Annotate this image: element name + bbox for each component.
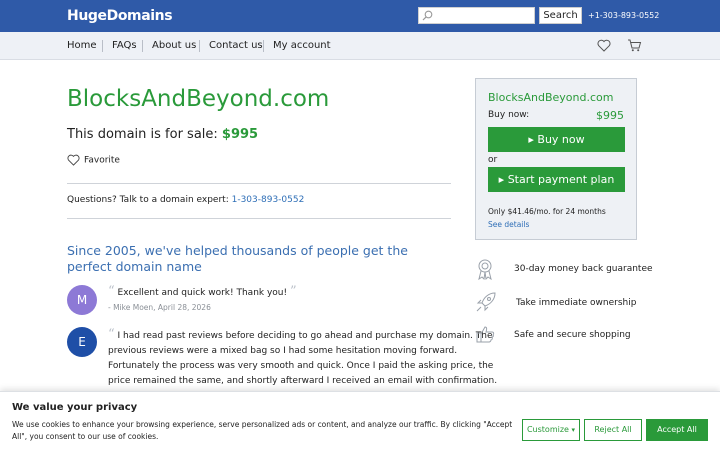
cookie-banner: We value your privacy We use cookies to … [0, 391, 720, 450]
nav-contact-us[interactable]: Contact us [209, 40, 263, 51]
nav-divider [199, 40, 200, 52]
customize-label: Customize [526, 425, 569, 434]
buy-box-price: $995 [596, 109, 624, 122]
favorite-label: Favorite [84, 155, 120, 166]
nav-divider [142, 40, 143, 52]
customize-button[interactable]: Customize ▾ [522, 419, 580, 441]
or-label: or [488, 155, 498, 165]
buy-box: BlocksAndBeyond.com Buy now: $995 ▸ Buy … [475, 78, 637, 240]
quote-open-icon: “ [108, 327, 115, 342]
logo[interactable]: HugeDomains [67, 8, 173, 24]
search-button[interactable]: Search [539, 7, 582, 24]
avatar: M [67, 285, 97, 315]
cart-icon[interactable] [627, 39, 642, 52]
top-bar: HugeDomains Search +1-303-893-0552 [0, 0, 720, 32]
review-line: Fortunately the process was very smooth … [108, 361, 494, 371]
buy-box-domain: BlocksAndBeyond.com [488, 91, 614, 104]
since-heading: Since 2005, we've helped thousands of pe… [67, 243, 408, 274]
questions-phone-link[interactable]: 1-303-893-0552 [232, 195, 305, 205]
search-input[interactable] [418, 7, 535, 24]
main-nav: Home FAQs About us Contact us My account [0, 32, 720, 60]
favorite-button[interactable]: Favorite [67, 154, 120, 166]
review-text: “ Excellent and quick work! Thank you! ” [108, 284, 297, 301]
questions-line: Questions? Talk to a domain expert: 1-30… [67, 195, 304, 205]
thumbs-up-icon [476, 326, 495, 343]
nav-divider [263, 40, 264, 52]
cookie-text: We use cookies to enhance your browsing … [12, 420, 513, 441]
review-author: - Mike Moen, April 28, 2026 [108, 303, 211, 312]
quote-open-icon: “ [108, 284, 115, 299]
guarantee-money-back: 30-day money back guarantee [514, 264, 653, 274]
ribbon-icon [478, 259, 492, 280]
divider [67, 218, 451, 219]
monthly-price: Only $41.46/mo. for 24 months [488, 207, 606, 216]
review-line: price remained the same, and shortly aft… [108, 376, 498, 386]
rocket-icon [476, 292, 496, 312]
sale-price: $995 [221, 127, 259, 142]
heart-icon[interactable] [597, 39, 611, 52]
cookie-title: We value your privacy [12, 402, 138, 413]
nav-my-account[interactable]: My account [273, 40, 331, 51]
see-details-link[interactable]: See details [488, 220, 529, 229]
review-line: I had read past reviews before deciding … [117, 331, 493, 341]
heart-icon [67, 154, 80, 166]
nav-home[interactable]: Home [67, 40, 97, 51]
avatar: E [67, 327, 97, 357]
review-body: Excellent and quick work! Thank you! [117, 288, 288, 298]
sale-line: This domain is for sale: $995 [67, 127, 258, 142]
sale-prefix: This domain is for sale: [67, 127, 218, 142]
header-phone[interactable]: +1-303-893-0552 [588, 11, 659, 20]
accept-all-button[interactable]: Accept All [646, 419, 708, 441]
domain-title: BlocksAndBeyond.com [67, 86, 330, 112]
caret-down-icon: ▾ [571, 426, 576, 434]
review-line: previous reviews were a mixed bag so I h… [108, 346, 458, 356]
reject-all-button[interactable]: Reject All [584, 419, 642, 441]
buy-now-label: Buy now: [488, 110, 530, 120]
payment-plan-button[interactable]: ▸ Start payment plan [488, 167, 625, 192]
nav-divider [102, 40, 103, 52]
guarantee-ownership: Take immediate ownership [516, 298, 637, 308]
review-text: “ I had read past reviews before decidin… [108, 327, 497, 389]
questions-text: Questions? Talk to a domain expert: [67, 195, 229, 205]
guarantee-secure: Safe and secure shopping [514, 330, 631, 340]
nav-faqs[interactable]: FAQs [112, 40, 137, 51]
divider [67, 183, 451, 184]
search-icon [422, 10, 433, 21]
buy-now-button[interactable]: ▸ Buy now [488, 127, 625, 152]
quote-close-icon: ” [290, 284, 297, 299]
nav-about-us[interactable]: About us [152, 40, 196, 51]
